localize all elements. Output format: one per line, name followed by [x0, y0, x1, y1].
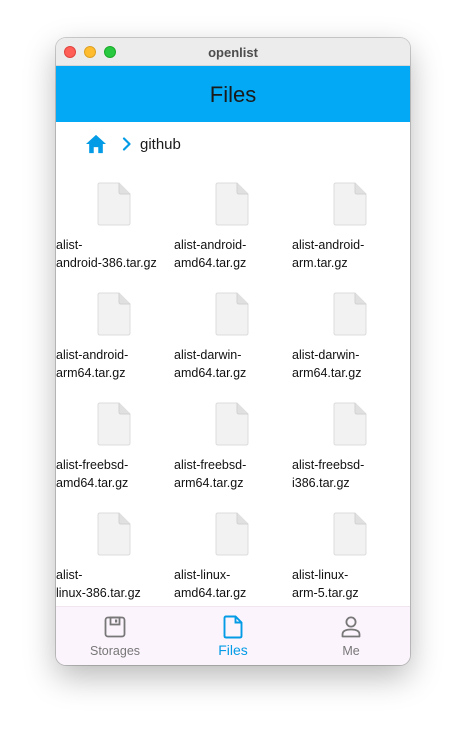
- file-name: alist-android- arm.tar.gz: [292, 238, 365, 270]
- file-icon: [333, 512, 367, 556]
- breadcrumb: github: [56, 122, 410, 166]
- file-name: alist- android-386.tar.gz: [56, 238, 157, 270]
- file-name: alist-freebsd- arm64.tar.gz: [174, 458, 247, 490]
- file-item[interactable]: alist-darwin- amd64.tar.gz: [174, 276, 292, 386]
- page-title: Files: [209, 82, 257, 107]
- file-name: alist-linux- amd64.tar.gz: [174, 568, 247, 600]
- file-icon: [97, 292, 131, 336]
- file-icon: [215, 292, 249, 336]
- file-icon: [333, 292, 367, 336]
- file-item[interactable]: alist- linux-386.tar.gz: [56, 496, 174, 606]
- nav-label-storages: Storages: [89, 644, 141, 658]
- app-bar: Files: [56, 66, 410, 122]
- chevron-right-icon: [122, 137, 131, 151]
- file-icon: [333, 402, 367, 446]
- file-item[interactable]: alist-android- amd64.tar.gz: [174, 166, 292, 276]
- file-icon: [215, 182, 249, 226]
- nav-tab-storages[interactable]: Storages: [56, 607, 174, 665]
- file-item[interactable]: alist-linux- amd64.tar.gz: [174, 496, 292, 606]
- file-item[interactable]: alist-android- arm64.tar.gz: [56, 276, 174, 386]
- file-name: alist- linux-386.tar.gz: [56, 568, 141, 600]
- file-item[interactable]: alist-freebsd- amd64.tar.gz: [56, 386, 174, 496]
- file-icon: [97, 182, 131, 226]
- file-icon: [97, 512, 131, 556]
- file-icon: [215, 402, 249, 446]
- file-name: alist-android- amd64.tar.gz: [174, 238, 247, 270]
- nav-tab-files[interactable]: Files: [174, 607, 292, 665]
- window-title: openlist: [208, 45, 258, 60]
- nav-tab-me[interactable]: Me: [292, 607, 410, 665]
- nav-label-files: Files: [218, 642, 248, 658]
- file-item[interactable]: alist-darwin- arm64.tar.gz: [292, 276, 410, 386]
- file-icon: [223, 615, 243, 639]
- file-icon: [97, 402, 131, 446]
- file-item[interactable]: alist-freebsd- i386.tar.gz: [292, 386, 410, 496]
- home-icon[interactable]: [85, 134, 107, 154]
- file-item[interactable]: alist- android-386.tar.gz: [56, 166, 174, 276]
- storage-icon: [104, 616, 126, 638]
- person-icon: [341, 616, 361, 638]
- file-name: alist-darwin- amd64.tar.gz: [174, 348, 247, 380]
- file-icon: [215, 512, 249, 556]
- app-window: openlist Files github alist- android-386…: [56, 38, 410, 665]
- file-name: alist-linux- arm-5.tar.gz: [292, 568, 359, 600]
- file-item[interactable]: alist-linux- arm-5.tar.gz: [292, 496, 410, 606]
- file-item[interactable]: alist-android- arm.tar.gz: [292, 166, 410, 276]
- breadcrumb-item-github[interactable]: github: [140, 136, 181, 153]
- file-name: alist-freebsd- i386.tar.gz: [292, 458, 365, 490]
- file-name: alist-freebsd- amd64.tar.gz: [56, 458, 129, 490]
- file-grid: alist- android-386.tar.gz alist-android-…: [56, 166, 410, 606]
- bottom-navigation: Storages Files Me: [56, 606, 410, 665]
- nav-label-me: Me: [342, 644, 360, 658]
- file-name: alist-android- arm64.tar.gz: [56, 348, 129, 380]
- title-bar: openlist: [56, 38, 410, 66]
- file-name: alist-darwin- arm64.tar.gz: [292, 348, 362, 380]
- file-icon: [333, 182, 367, 226]
- file-item[interactable]: alist-freebsd- arm64.tar.gz: [174, 386, 292, 496]
